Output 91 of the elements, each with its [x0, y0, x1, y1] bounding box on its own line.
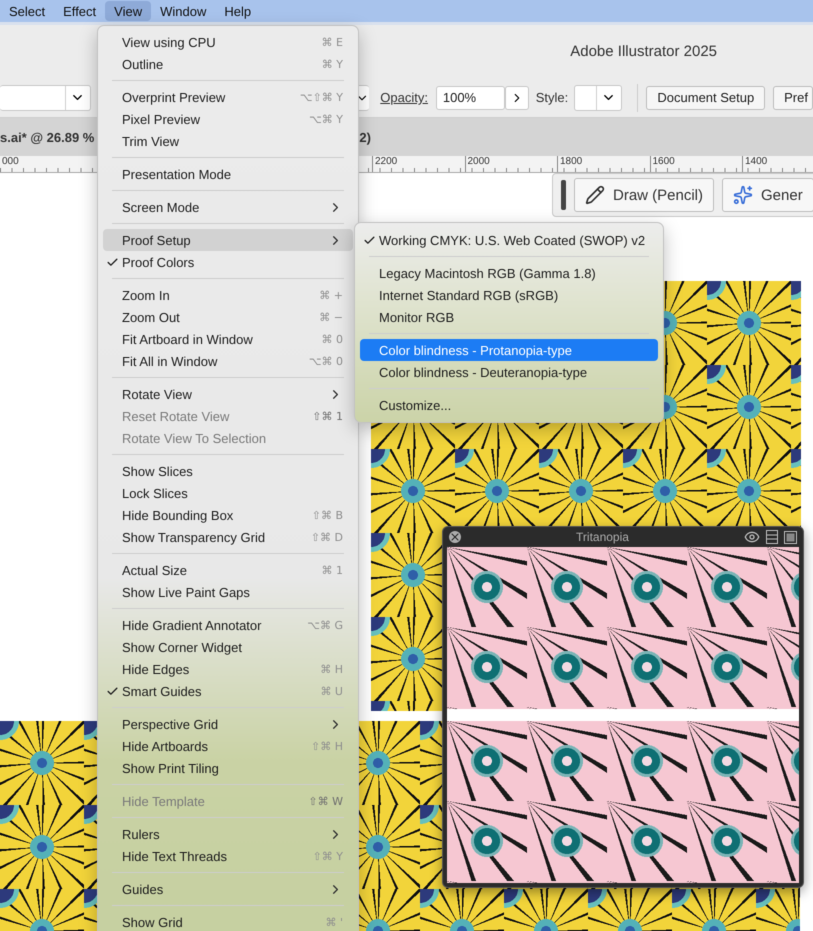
menu-item[interactable]: Proof Setup — [103, 229, 353, 251]
menu-item[interactable]: Show Print Tiling — [103, 757, 353, 779]
menu-item[interactable]: Hide Edges ⌘ H — [103, 658, 353, 680]
eye-icon[interactable] — [744, 529, 760, 545]
ruler-label: 2000 — [464, 156, 557, 172]
panel-title: Tritanopia — [575, 530, 630, 544]
opacity-label[interactable]: Opacity: — [380, 90, 428, 105]
preferences-button[interactable]: Pref — [773, 86, 813, 110]
menu-item[interactable]: Presentation Mode — [103, 163, 353, 185]
opacity-field[interactable]: 100% — [436, 86, 506, 110]
lines-icon[interactable] — [766, 530, 778, 544]
window-title: Adobe Illustrator 2025 — [570, 43, 717, 60]
check-icon — [106, 256, 119, 269]
shortcut-label: ⇧⌘ Y — [312, 850, 343, 862]
square-icon[interactable] — [784, 530, 797, 544]
ruler-label: 000 — [1, 156, 20, 169]
shortcut-label: ⌘ H — [320, 662, 343, 676]
menu-bar-item[interactable]: View — [105, 1, 152, 21]
menu-item[interactable]: Hide Artboards ⇧⌘ H — [103, 735, 353, 757]
menu-item[interactable]: Show Slices — [103, 460, 353, 482]
document-setup-button[interactable]: Document Setup — [646, 86, 766, 110]
pencil-icon — [585, 185, 605, 205]
menu-item[interactable]: Outline ⌘ Y — [103, 53, 353, 75]
menu-item[interactable]: Hide Bounding Box ⇧⌘ B — [103, 504, 353, 526]
shortcut-label: ⌘ ' — [325, 916, 343, 928]
shortcut-label: ⌘ − — [319, 310, 343, 324]
menu-bar-item[interactable]: Window — [151, 1, 216, 21]
shortcut-label: ⇧⌘ D — [310, 530, 343, 544]
menu-item[interactable]: Pixel Preview ⌥⌘ Y — [103, 108, 353, 130]
sparkle-icon — [733, 185, 754, 205]
grip-handle[interactable] — [561, 180, 566, 210]
shortcut-label: ⌘ + — [319, 288, 343, 302]
menu-item[interactable]: Show Grid ⌘ ' — [103, 911, 353, 931]
document-tab[interactable]: s.ai* @ 26.89 % — [0, 130, 94, 144]
ruler-label: 1400 — [742, 156, 813, 172]
style-label: Style: — [536, 90, 568, 105]
shortcut-label: ⌘ Y — [322, 58, 343, 70]
menu-item[interactable]: Fit Artboard in Window ⌘ 0 — [103, 328, 353, 350]
menu-item[interactable]: Lock Slices — [103, 482, 353, 504]
menu-item[interactable]: Working CMYK: U.S. Web Coated (SWOP) v2 — [360, 229, 658, 251]
shortcut-label: ⌥⌘ G — [307, 618, 343, 632]
menu-item[interactable]: Smart Guides ⌘ U — [103, 680, 353, 702]
shortcut-label: ⌥⌘ Y — [309, 112, 343, 126]
menu-item[interactable]: Screen Mode — [103, 196, 353, 218]
menu-item[interactable]: Perspective Grid — [103, 713, 353, 735]
menu-item[interactable]: Proof Colors — [103, 251, 353, 273]
menu-item[interactable]: Hide Text Threads ⇧⌘ Y — [103, 845, 353, 867]
menu-item[interactable]: View using CPU ⌘ E — [103, 31, 353, 53]
shortcut-label: ⇧⌘ B — [312, 508, 343, 522]
close-icon[interactable] — [449, 531, 461, 543]
shortcut-label: ⇧⌘ 1 — [312, 410, 343, 422]
opacity-arrow-button[interactable] — [505, 86, 529, 110]
menu-item[interactable]: Color blindness - Protanopia-type — [360, 339, 658, 361]
shortcut-label: ⌘ 0 — [322, 332, 343, 346]
menu-item[interactable]: Actual Size ⌘ 1 — [103, 559, 353, 581]
menu-item[interactable]: Guides — [103, 878, 353, 900]
menu-bar-item[interactable]: Help — [215, 1, 260, 21]
tool-button[interactable]: Gener — [722, 178, 813, 212]
menu-item[interactable]: Zoom In ⌘ + — [103, 284, 353, 306]
menu-item[interactable]: Monitor RGB — [360, 306, 658, 328]
menu-item[interactable]: Internet Standard RGB (sRGB) — [360, 284, 658, 306]
menu-item[interactable]: Hide Gradient Annotator ⌥⌘ G — [103, 614, 353, 636]
menu-item[interactable]: Color blindness - Deuteranopia-type — [360, 361, 658, 383]
menu-item[interactable]: Trim View — [103, 130, 353, 152]
check-icon — [363, 234, 376, 247]
menu-bar-item[interactable]: Effect — [54, 1, 106, 21]
shortcut-label: ⌥⌘ 0 — [308, 354, 343, 368]
ruler-label: 2200 — [372, 156, 464, 172]
menu-item[interactable]: Customize... — [360, 394, 658, 416]
menu-item[interactable]: Overprint Preview ⌥⇧⌘ Y — [103, 86, 353, 108]
shortcut-label: ⌘ E — [322, 36, 343, 48]
toolbar-divider — [637, 84, 638, 112]
menu-item[interactable]: Fit All in Window ⌥⌘ 0 — [103, 350, 353, 372]
menu-item[interactable]: Zoom Out ⌘ − — [103, 306, 353, 328]
ruler-label: 1800 — [557, 156, 650, 172]
menu-item[interactable]: Legacy Macintosh RGB (Gamma 1.8) — [360, 262, 658, 284]
shortcut-label: ⌘ U — [320, 684, 343, 698]
shortcut-label: ⇧⌘ H — [311, 740, 343, 752]
menu-item[interactable]: Rotate View — [103, 383, 353, 405]
menu-item[interactable]: Rulers — [103, 823, 353, 845]
ruler-label: 1600 — [650, 156, 742, 172]
shortcut-label: ⌥⇧⌘ Y — [300, 90, 343, 104]
tool-button[interactable]: Draw (Pencil) — [574, 178, 714, 212]
shortcut-label: ⇧⌘ W — [308, 794, 343, 808]
menu-bar-item[interactable]: Select — [0, 1, 54, 21]
document-tab[interactable]: 2) — [359, 130, 371, 144]
menu-item[interactable]: Show Corner Widget — [103, 636, 353, 658]
menu-item[interactable]: Show Transparency Grid ⇧⌘ D — [103, 526, 353, 548]
shortcut-label: ⌘ 1 — [322, 564, 343, 576]
check-icon — [106, 685, 119, 698]
menu-item[interactable]: Show Live Paint Gaps — [103, 581, 353, 603]
